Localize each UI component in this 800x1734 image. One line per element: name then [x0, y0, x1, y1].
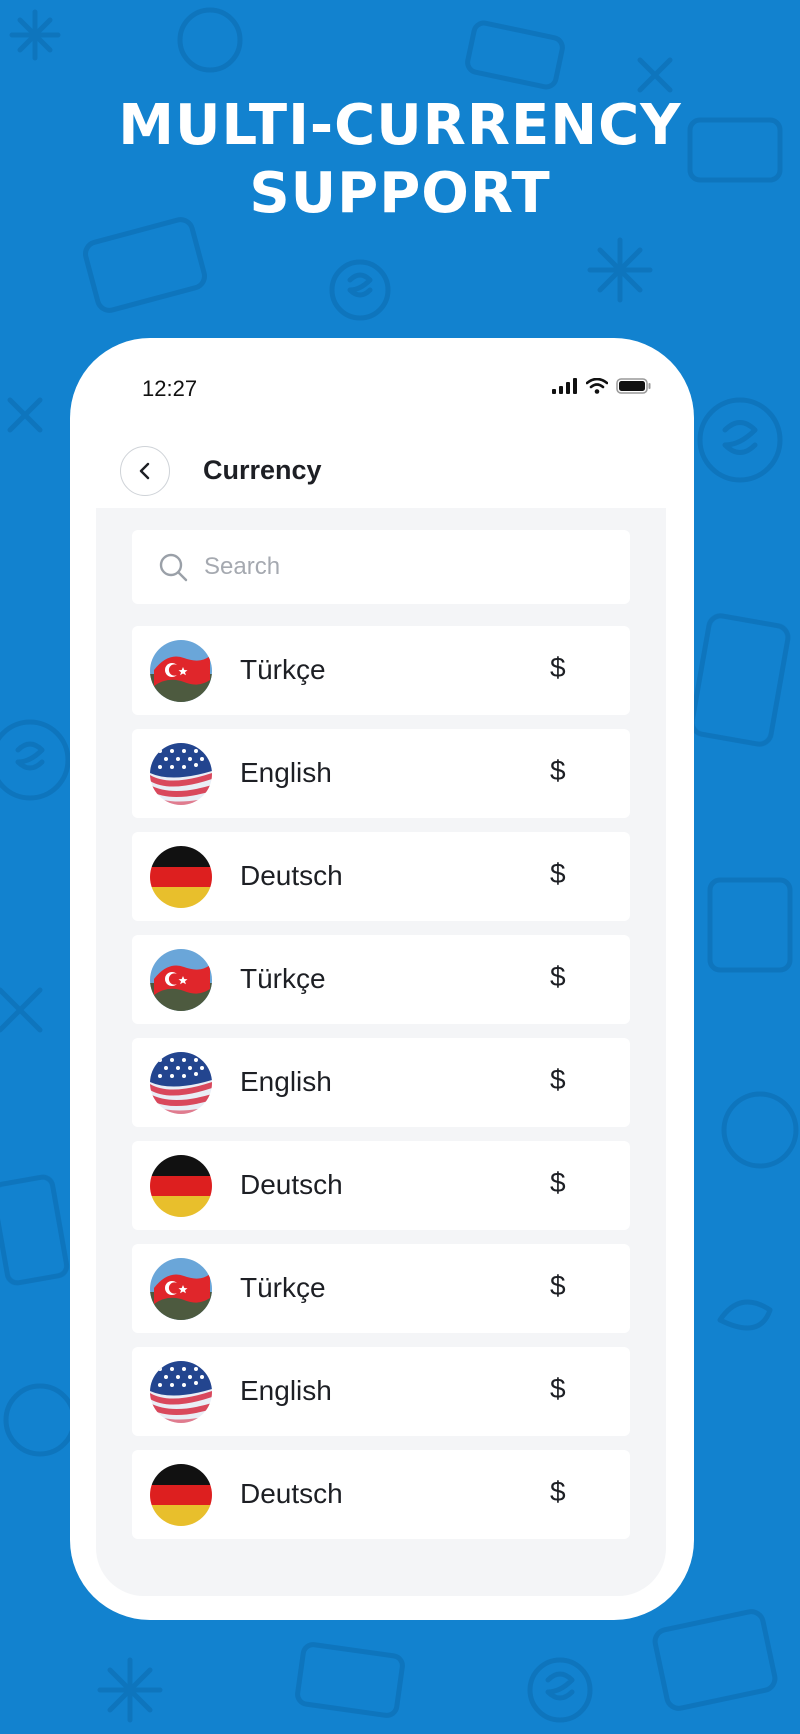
currency-label: English — [240, 757, 332, 788]
currency-row[interactable]: Deutsch $ — [132, 832, 630, 921]
currency-label: English — [240, 1375, 332, 1406]
usa-flag-icon — [150, 743, 212, 805]
headline-line-2: SUPPORT — [249, 161, 551, 226]
currency-row[interactable]: Deutsch $ — [132, 1141, 630, 1230]
currency-symbol: $ — [550, 1373, 566, 1404]
currency-symbol: $ — [550, 1476, 566, 1507]
search-bar[interactable] — [132, 530, 630, 604]
turkey-flag-icon — [150, 949, 212, 1011]
chevron-left-icon — [139, 462, 150, 480]
battery-icon — [616, 378, 651, 394]
currency-label: Deutsch — [240, 1478, 343, 1509]
germany-flag-icon — [150, 1464, 212, 1526]
status-time: 12:27 — [142, 376, 198, 401]
currency-row[interactable]: Türkçe $ — [132, 935, 630, 1024]
headline-line-1: MULTI-CURRENCY — [118, 93, 682, 158]
back-button[interactable] — [120, 446, 170, 496]
currency-label: Deutsch — [240, 1169, 343, 1200]
currency-symbol: $ — [550, 961, 566, 992]
status-icons — [552, 378, 652, 394]
phone-frame: 12:27 Currency Search Türkçe $ English $… — [70, 338, 694, 1620]
currency-label: Türkçe — [240, 1272, 326, 1303]
search-input[interactable] — [204, 553, 584, 581]
currency-symbol: $ — [550, 1167, 566, 1198]
usa-flag-icon — [150, 1361, 212, 1423]
headline: MULTI-CURRENCY SUPPORT — [0, 92, 800, 228]
turkey-flag-icon — [150, 1258, 212, 1320]
currency-row[interactable]: Türkçe $ — [132, 626, 630, 715]
currency-symbol: $ — [550, 1064, 566, 1095]
usa-flag-icon — [150, 1052, 212, 1114]
signal-icon — [552, 378, 577, 394]
germany-flag-icon — [150, 846, 212, 908]
currency-symbol: $ — [550, 858, 566, 889]
currency-label: Deutsch — [240, 860, 343, 891]
currency-symbol: $ — [550, 1270, 566, 1301]
wifi-icon — [586, 378, 608, 394]
currency-symbol: $ — [550, 755, 566, 786]
currency-label: Türkçe — [240, 654, 326, 685]
currency-label: Türkçe — [240, 963, 326, 994]
currency-content: Türkçe $ English $ Deutsch $ Türkçe $ — [96, 508, 666, 1596]
currency-row[interactable]: English $ — [132, 1347, 630, 1436]
currency-row[interactable]: English $ — [132, 729, 630, 818]
page-title: Currency — [203, 455, 322, 485]
turkey-flag-icon — [150, 640, 212, 702]
currency-row[interactable]: English $ — [132, 1038, 630, 1127]
currency-row[interactable]: Deutsch $ — [132, 1450, 630, 1539]
currency-label: English — [240, 1066, 332, 1097]
search-icon — [159, 553, 188, 582]
currency-row[interactable]: Türkçe $ — [132, 1244, 630, 1333]
status-bar: 12:27 — [70, 368, 694, 404]
currency-symbol: $ — [550, 652, 566, 683]
germany-flag-icon — [150, 1155, 212, 1217]
currency-list: Türkçe $ English $ Deutsch $ Türkçe $ En… — [132, 626, 630, 1553]
nav-bar: Currency — [70, 442, 694, 502]
